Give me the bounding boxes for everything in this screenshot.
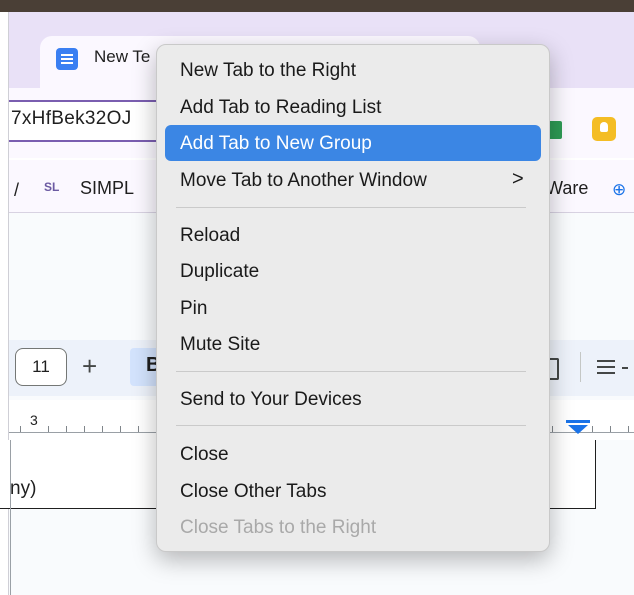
bookmark-fragment[interactable]: / xyxy=(14,180,19,201)
font-size-field[interactable]: 11 xyxy=(15,348,67,386)
indent-marker-bar[interactable] xyxy=(566,420,590,423)
ruler-tick xyxy=(138,426,139,432)
menu-item-close[interactable]: Close xyxy=(180,444,229,466)
menu-separator xyxy=(176,425,526,426)
ruler-tick xyxy=(48,426,49,432)
menu-item-pin[interactable]: Pin xyxy=(180,298,207,320)
ruler-tick xyxy=(102,426,103,432)
desktop-strip xyxy=(0,0,634,12)
submenu-chevron-icon: > xyxy=(512,168,524,190)
align-left-icon[interactable] xyxy=(597,360,615,362)
menu-item-close-other-tabs[interactable]: Close Other Tabs xyxy=(180,481,326,503)
menu-item-reload[interactable]: Reload xyxy=(180,225,240,247)
tab-context-menu xyxy=(156,44,550,552)
bookmark-ware[interactable]: Ware xyxy=(546,178,588,199)
bookmark-simpl[interactable]: SIMPL xyxy=(80,178,134,199)
menu-item-new-tab-right[interactable]: New Tab to the Right xyxy=(180,60,356,82)
simpl-bookmark-icon: SL xyxy=(44,180,60,194)
menu-item-duplicate[interactable]: Duplicate xyxy=(180,261,259,283)
ruler-tick xyxy=(20,426,21,432)
align-dropdown-icon[interactable] xyxy=(622,367,628,369)
ruler-tick xyxy=(592,426,593,432)
ruler-tick xyxy=(120,426,121,432)
ruler-number: 3 xyxy=(30,412,38,428)
menu-separator xyxy=(176,371,526,372)
ruler-tick xyxy=(552,426,553,432)
toolbar-divider xyxy=(580,352,581,382)
menu-item-mute-site[interactable]: Mute Site xyxy=(180,334,260,356)
ruler-tick xyxy=(628,426,629,432)
menu-item-add-to-reading-list[interactable]: Add Tab to Reading List xyxy=(180,97,381,119)
menu-item-send-to-devices[interactable]: Send to Your Devices xyxy=(180,389,362,411)
ruler-tick xyxy=(610,426,611,432)
ruler-tick xyxy=(84,426,85,432)
indent-marker-icon[interactable] xyxy=(568,425,588,434)
page-edge xyxy=(10,440,11,595)
menu-separator xyxy=(176,207,526,208)
increase-font-size-button[interactable]: + xyxy=(82,351,97,381)
docs-icon xyxy=(56,48,78,70)
address-bar-text: 7xHfBek32OJ xyxy=(11,108,132,129)
menu-item-add-to-new-group[interactable]: Add Tab to New Group xyxy=(180,133,372,155)
ruler-tick xyxy=(66,426,67,432)
table-cell-text: ny) xyxy=(10,478,37,499)
keep-extension-icon[interactable] xyxy=(592,117,616,141)
tab-title: New Te xyxy=(94,47,151,66)
menu-item-close-tabs-right: Close Tabs to the Right xyxy=(180,517,377,538)
menu-item-move-to-another-window[interactable]: Move Tab to Another Window xyxy=(180,170,427,192)
bookmark-link-icon[interactable]: ⊕ xyxy=(612,180,626,200)
